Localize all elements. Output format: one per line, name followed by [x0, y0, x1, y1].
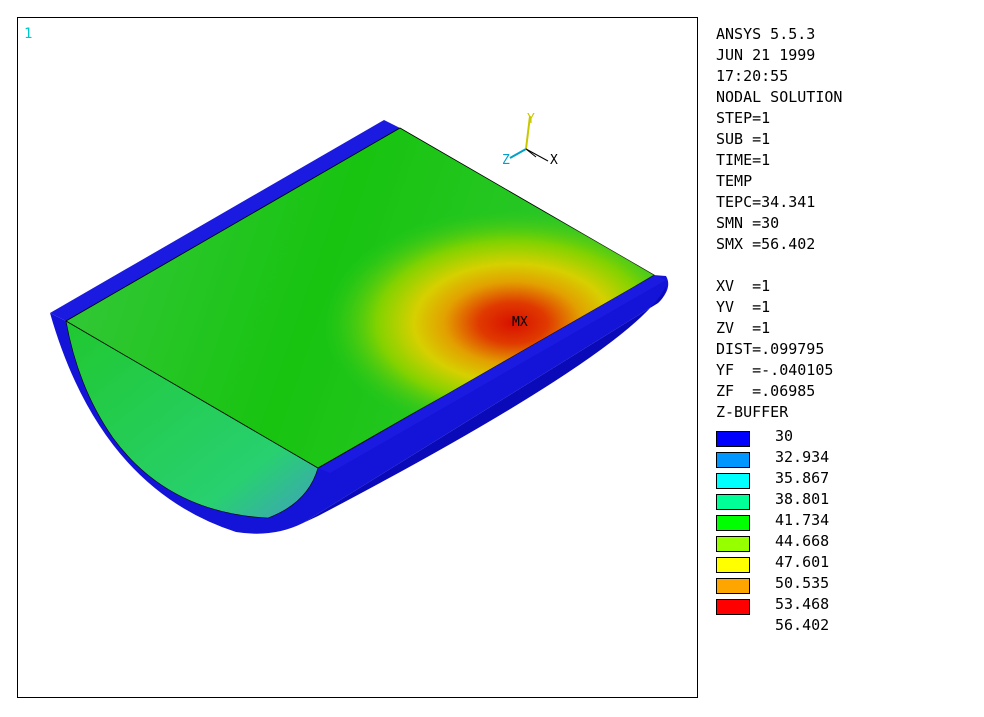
legend-swatch — [716, 578, 750, 594]
info-line: STEP=1 — [716, 109, 771, 127]
legend-swatch — [716, 536, 750, 552]
triad-x-label: X — [550, 153, 558, 168]
legend-value: 50.535 — [775, 574, 830, 592]
legend-value: 35.867 — [775, 469, 830, 487]
info-line: ANSYS 5.5.3 — [716, 25, 816, 43]
axis-triad: Y X Z — [502, 112, 558, 168]
contour-plot: MX Y X Z — [50, 112, 669, 534]
legend-value: 38.801 — [775, 490, 830, 508]
info-line: JUN 21 1999 — [716, 46, 816, 64]
window-number: 1 — [24, 26, 33, 42]
legend-value: 47.601 — [775, 553, 830, 571]
triad-z-label: Z — [502, 153, 510, 168]
view-line: YF =-.040105 — [716, 361, 834, 379]
info-line: SMN =30 — [716, 214, 780, 232]
legend-swatch — [716, 473, 750, 489]
view-line: XV =1 — [716, 277, 771, 295]
view-line: YV =1 — [716, 298, 771, 316]
info-line: NODAL SOLUTION — [716, 88, 843, 106]
legend-swatch — [716, 599, 750, 615]
info-line: TIME=1 — [716, 151, 771, 169]
info-line: TEMP — [716, 172, 753, 190]
view-line: ZF =.06985 — [716, 382, 816, 400]
legend-value: 32.934 — [775, 448, 830, 466]
info-line: TEPC=34.341 — [716, 193, 816, 211]
legend-swatch — [716, 557, 750, 573]
legend-value: 30 — [775, 427, 794, 445]
legend-value: 41.734 — [775, 511, 830, 529]
info-line: SUB =1 — [716, 130, 771, 148]
view-line: Z-BUFFER — [716, 403, 789, 421]
legend-swatch — [716, 452, 750, 468]
view-line: DIST=.099795 — [716, 340, 825, 358]
view-line: ZV =1 — [716, 319, 771, 337]
legend-value: 53.468 — [775, 595, 830, 613]
info-line: 17:20:55 — [716, 67, 789, 85]
triad-y-label: Y — [527, 112, 535, 127]
max-marker: MX — [512, 315, 528, 330]
solution-info-panel: ANSYS 5.5.3 JUN 21 1999 17:20:55 NODAL SOLU… — [716, 24, 842, 423]
legend-swatch — [716, 431, 750, 447]
legend-value: 56.402 — [775, 616, 830, 634]
legend-value: 44.668 — [775, 532, 830, 550]
graphics-viewport[interactable]: MX Y X Z 1 — [17, 17, 698, 698]
legend-swatch — [716, 515, 750, 531]
info-line: SMX =56.402 — [716, 235, 816, 253]
legend-swatch — [716, 494, 750, 510]
